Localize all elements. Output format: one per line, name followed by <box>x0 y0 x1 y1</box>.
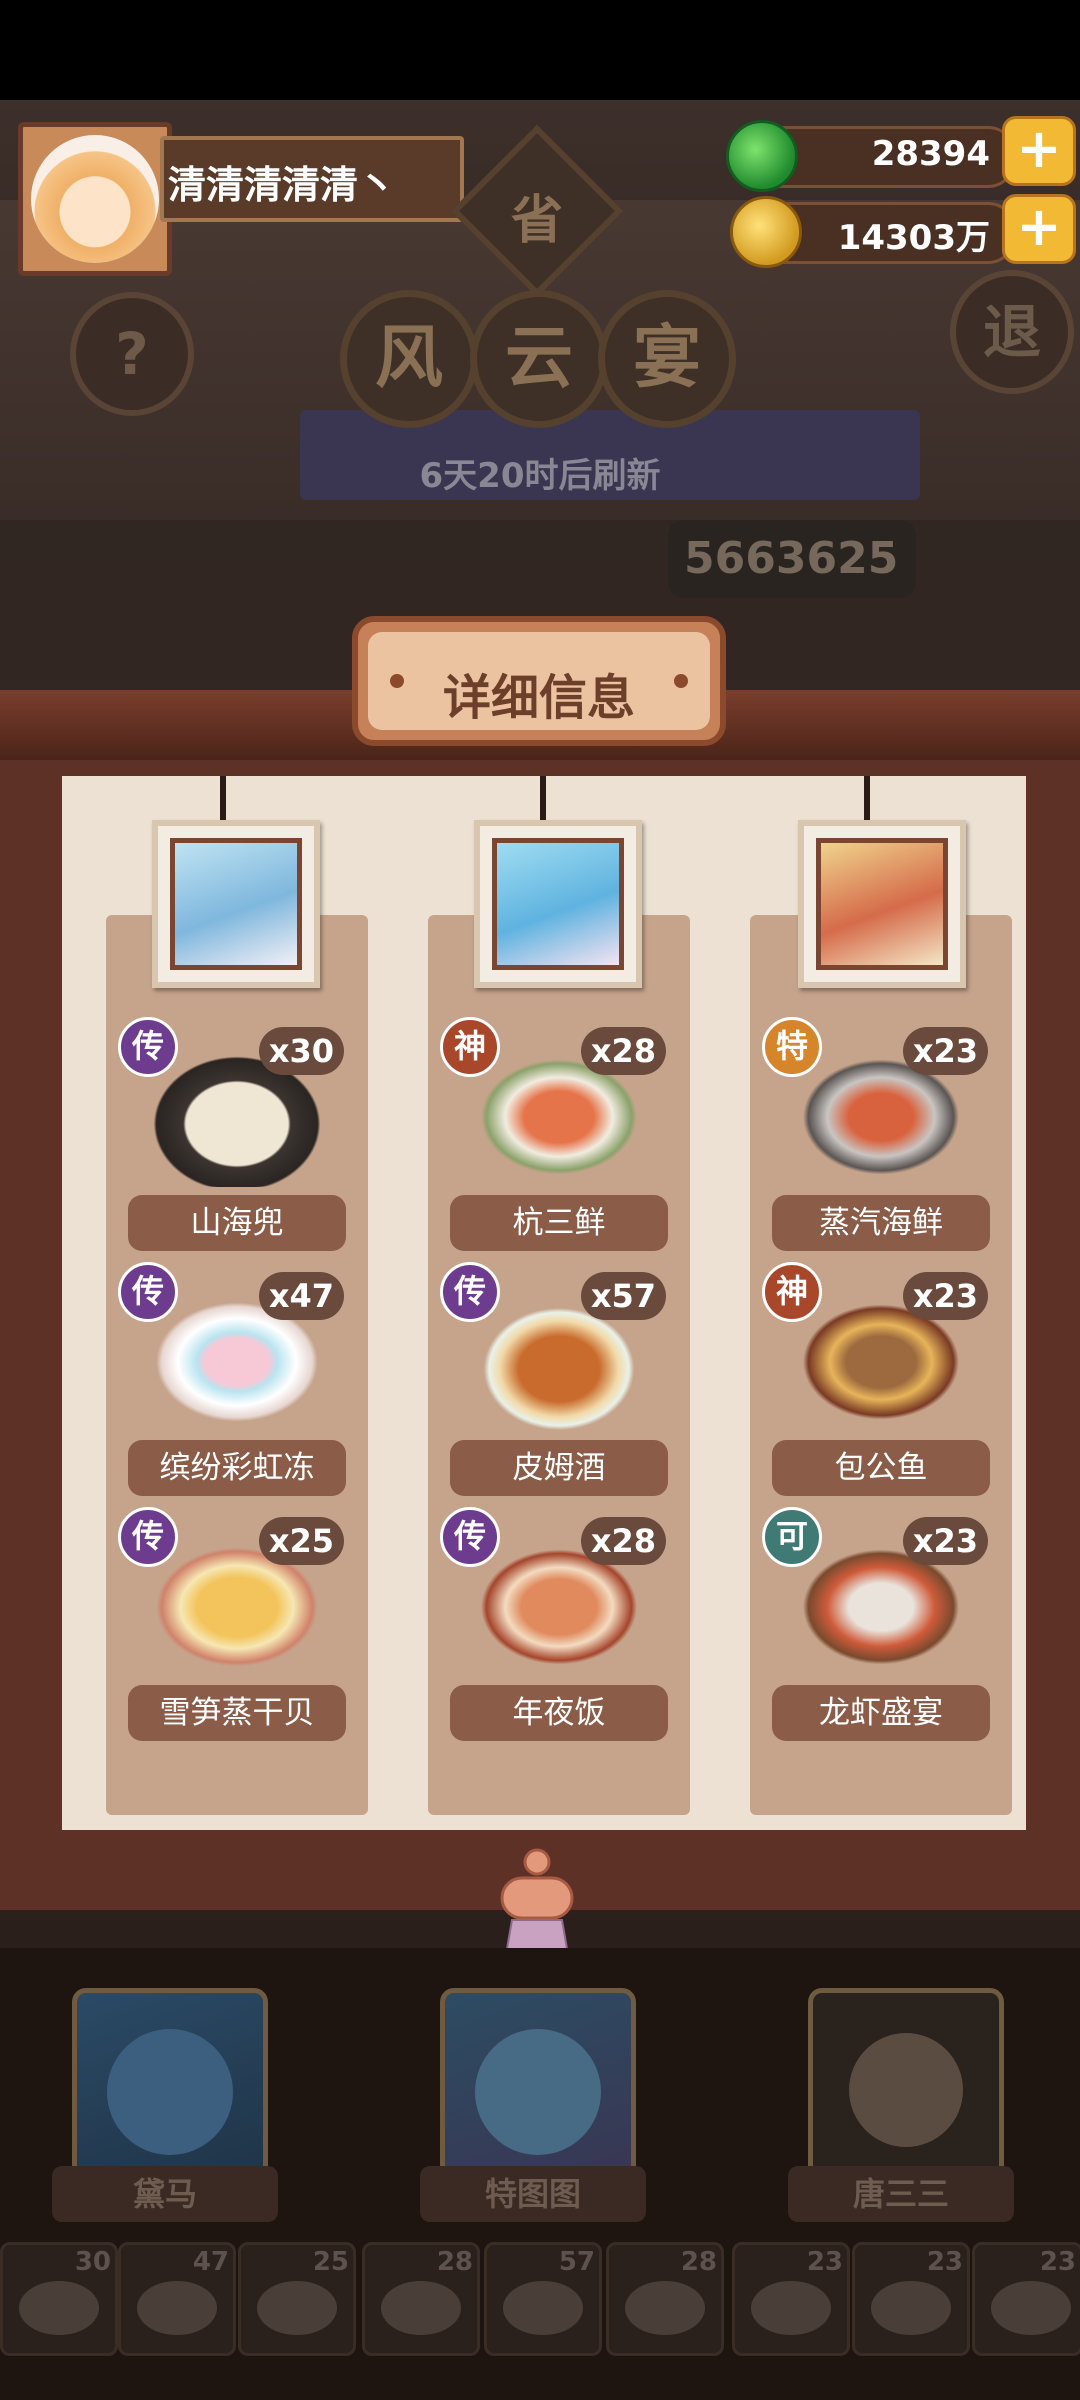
dish-slot[interactable]: 23 <box>972 2242 1080 2356</box>
dish-slot-count: 30 <box>74 2247 111 2277</box>
dish-icon <box>871 2281 951 2335</box>
refresh-countdown: 6天20时后刷新 <box>419 456 661 496</box>
chef-portrait-3[interactable] <box>798 820 966 988</box>
dish-card[interactable]: 传 x30 山海兜 <box>118 1017 346 1251</box>
character-avatar-icon <box>849 2033 963 2147</box>
dish-card[interactable]: 可 x23 龙虾盛宴 <box>762 1507 990 1741</box>
character-card-3[interactable] <box>808 1988 1004 2194</box>
avatar-face-icon <box>31 135 159 263</box>
jade-amount: 28394 <box>871 134 990 174</box>
dish-slot-count: 23 <box>1039 2247 1076 2277</box>
dish-quantity: x30 <box>258 1027 344 1075</box>
grade-badge: 神 <box>440 1017 500 1077</box>
dish-quantity: x23 <box>902 1272 988 1320</box>
dish-slot[interactable]: 30 <box>0 2242 118 2356</box>
character-name: 黛马 <box>52 2166 278 2222</box>
status-bar-area <box>0 0 1080 100</box>
title-char-feng: 风 <box>340 290 478 428</box>
dish-quantity: x23 <box>902 1517 988 1565</box>
dish-slot-count: 47 <box>192 2247 229 2277</box>
dish-name: 蒸汽海鲜 <box>772 1195 990 1251</box>
grade-badge: 传 <box>118 1262 178 1322</box>
add-coin-button[interactable]: + <box>1002 194 1076 264</box>
dish-name: 缤纷彩虹冻 <box>128 1440 346 1496</box>
chef-avatar-icon <box>816 838 948 970</box>
dish-slot[interactable]: 57 <box>484 2242 602 2356</box>
chef-portrait-1[interactable] <box>152 820 320 988</box>
chef-avatar-icon <box>492 838 624 970</box>
dish-name: 龙虾盛宴 <box>772 1685 990 1741</box>
ornament-dot-right <box>674 674 688 688</box>
character-card-2[interactable] <box>440 1988 636 2194</box>
grade-badge: 传 <box>440 1507 500 1567</box>
grade-badge: 传 <box>118 1017 178 1077</box>
exit-button[interactable]: 退 <box>950 270 1074 394</box>
dish-quantity: x25 <box>258 1517 344 1565</box>
dish-icon <box>137 2281 217 2335</box>
dish-name: 山海兜 <box>128 1195 346 1251</box>
province-label: 省 <box>510 191 563 251</box>
dish-card[interactable]: 传 x47 缤纷彩虹冻 <box>118 1262 346 1496</box>
dish-card[interactable]: 传 x25 雪笋蒸干贝 <box>118 1507 346 1741</box>
dish-name: 杭三鲜 <box>450 1195 668 1251</box>
grade-badge: 传 <box>440 1262 500 1322</box>
dish-icon <box>19 2281 99 2335</box>
coin-amount: 14303万 <box>837 218 990 258</box>
dish-quantity: x23 <box>902 1027 988 1075</box>
dish-card[interactable]: 传 x28 年夜饭 <box>440 1507 668 1741</box>
detail-title: 详细信息 <box>442 670 635 726</box>
dish-slot[interactable]: 23 <box>732 2242 850 2356</box>
player-avatar[interactable] <box>18 122 172 276</box>
character-avatar-icon <box>475 2029 601 2155</box>
dish-icon <box>381 2281 461 2335</box>
dish-quantity: x47 <box>258 1272 344 1320</box>
dish-slot[interactable]: 28 <box>606 2242 724 2356</box>
dish-slot-count: 28 <box>680 2247 717 2277</box>
dish-card[interactable]: 特 x23 蒸汽海鲜 <box>762 1017 990 1251</box>
character-avatar-icon <box>107 2029 233 2155</box>
character-card-1[interactable] <box>72 1988 268 2194</box>
grade-badge: 神 <box>762 1262 822 1322</box>
dish-name: 年夜饭 <box>450 1685 668 1741</box>
dish-icon <box>625 2281 705 2335</box>
dish-icon <box>257 2281 337 2335</box>
help-button[interactable]: ? <box>70 292 194 416</box>
player-name: 清清清清清丶 <box>168 163 397 207</box>
dish-slot-count: 28 <box>436 2247 473 2277</box>
dish-slot-count: 23 <box>806 2247 843 2277</box>
dish-slot-count: 23 <box>926 2247 963 2277</box>
dish-slot[interactable]: 23 <box>852 2242 970 2356</box>
dish-quantity: x28 <box>580 1517 666 1565</box>
dish-card[interactable]: 传 x57 皮姆酒 <box>440 1262 668 1496</box>
dish-slot[interactable]: 47 <box>118 2242 236 2356</box>
dish-slot[interactable]: 25 <box>238 2242 356 2356</box>
dish-slot-count: 57 <box>558 2247 595 2277</box>
dish-card[interactable]: 神 x28 杭三鲜 <box>440 1017 668 1251</box>
dish-name: 包公鱼 <box>772 1440 990 1496</box>
character-name: 唐三三 <box>788 2166 1014 2222</box>
grade-badge: 传 <box>118 1507 178 1567</box>
add-jade-button[interactable]: + <box>1002 116 1076 186</box>
title-char-yun: 云 <box>470 290 608 428</box>
dish-icon <box>503 2281 583 2335</box>
grade-badge: 特 <box>762 1017 822 1077</box>
dish-icon <box>991 2281 1071 2335</box>
jade-icon <box>726 120 798 192</box>
dish-name: 雪笋蒸干贝 <box>128 1685 346 1741</box>
dish-slot[interactable]: 28 <box>362 2242 480 2356</box>
chef-portrait-2[interactable] <box>474 820 642 988</box>
detail-title-plate: 详细信息 <box>352 616 726 746</box>
event-score: 5663625 <box>668 520 916 598</box>
dish-name: 皮姆酒 <box>450 1440 668 1496</box>
dish-quantity: x28 <box>580 1027 666 1075</box>
character-name: 特图图 <box>420 2166 646 2222</box>
dish-slot-count: 25 <box>312 2247 349 2277</box>
dish-icon <box>751 2281 831 2335</box>
title-char-yan: 宴 <box>598 290 736 428</box>
chef-avatar-icon <box>170 838 302 970</box>
dish-card[interactable]: 神 x23 包公鱼 <box>762 1262 990 1496</box>
dish-quantity: x57 <box>580 1272 666 1320</box>
grade-badge: 可 <box>762 1507 822 1567</box>
